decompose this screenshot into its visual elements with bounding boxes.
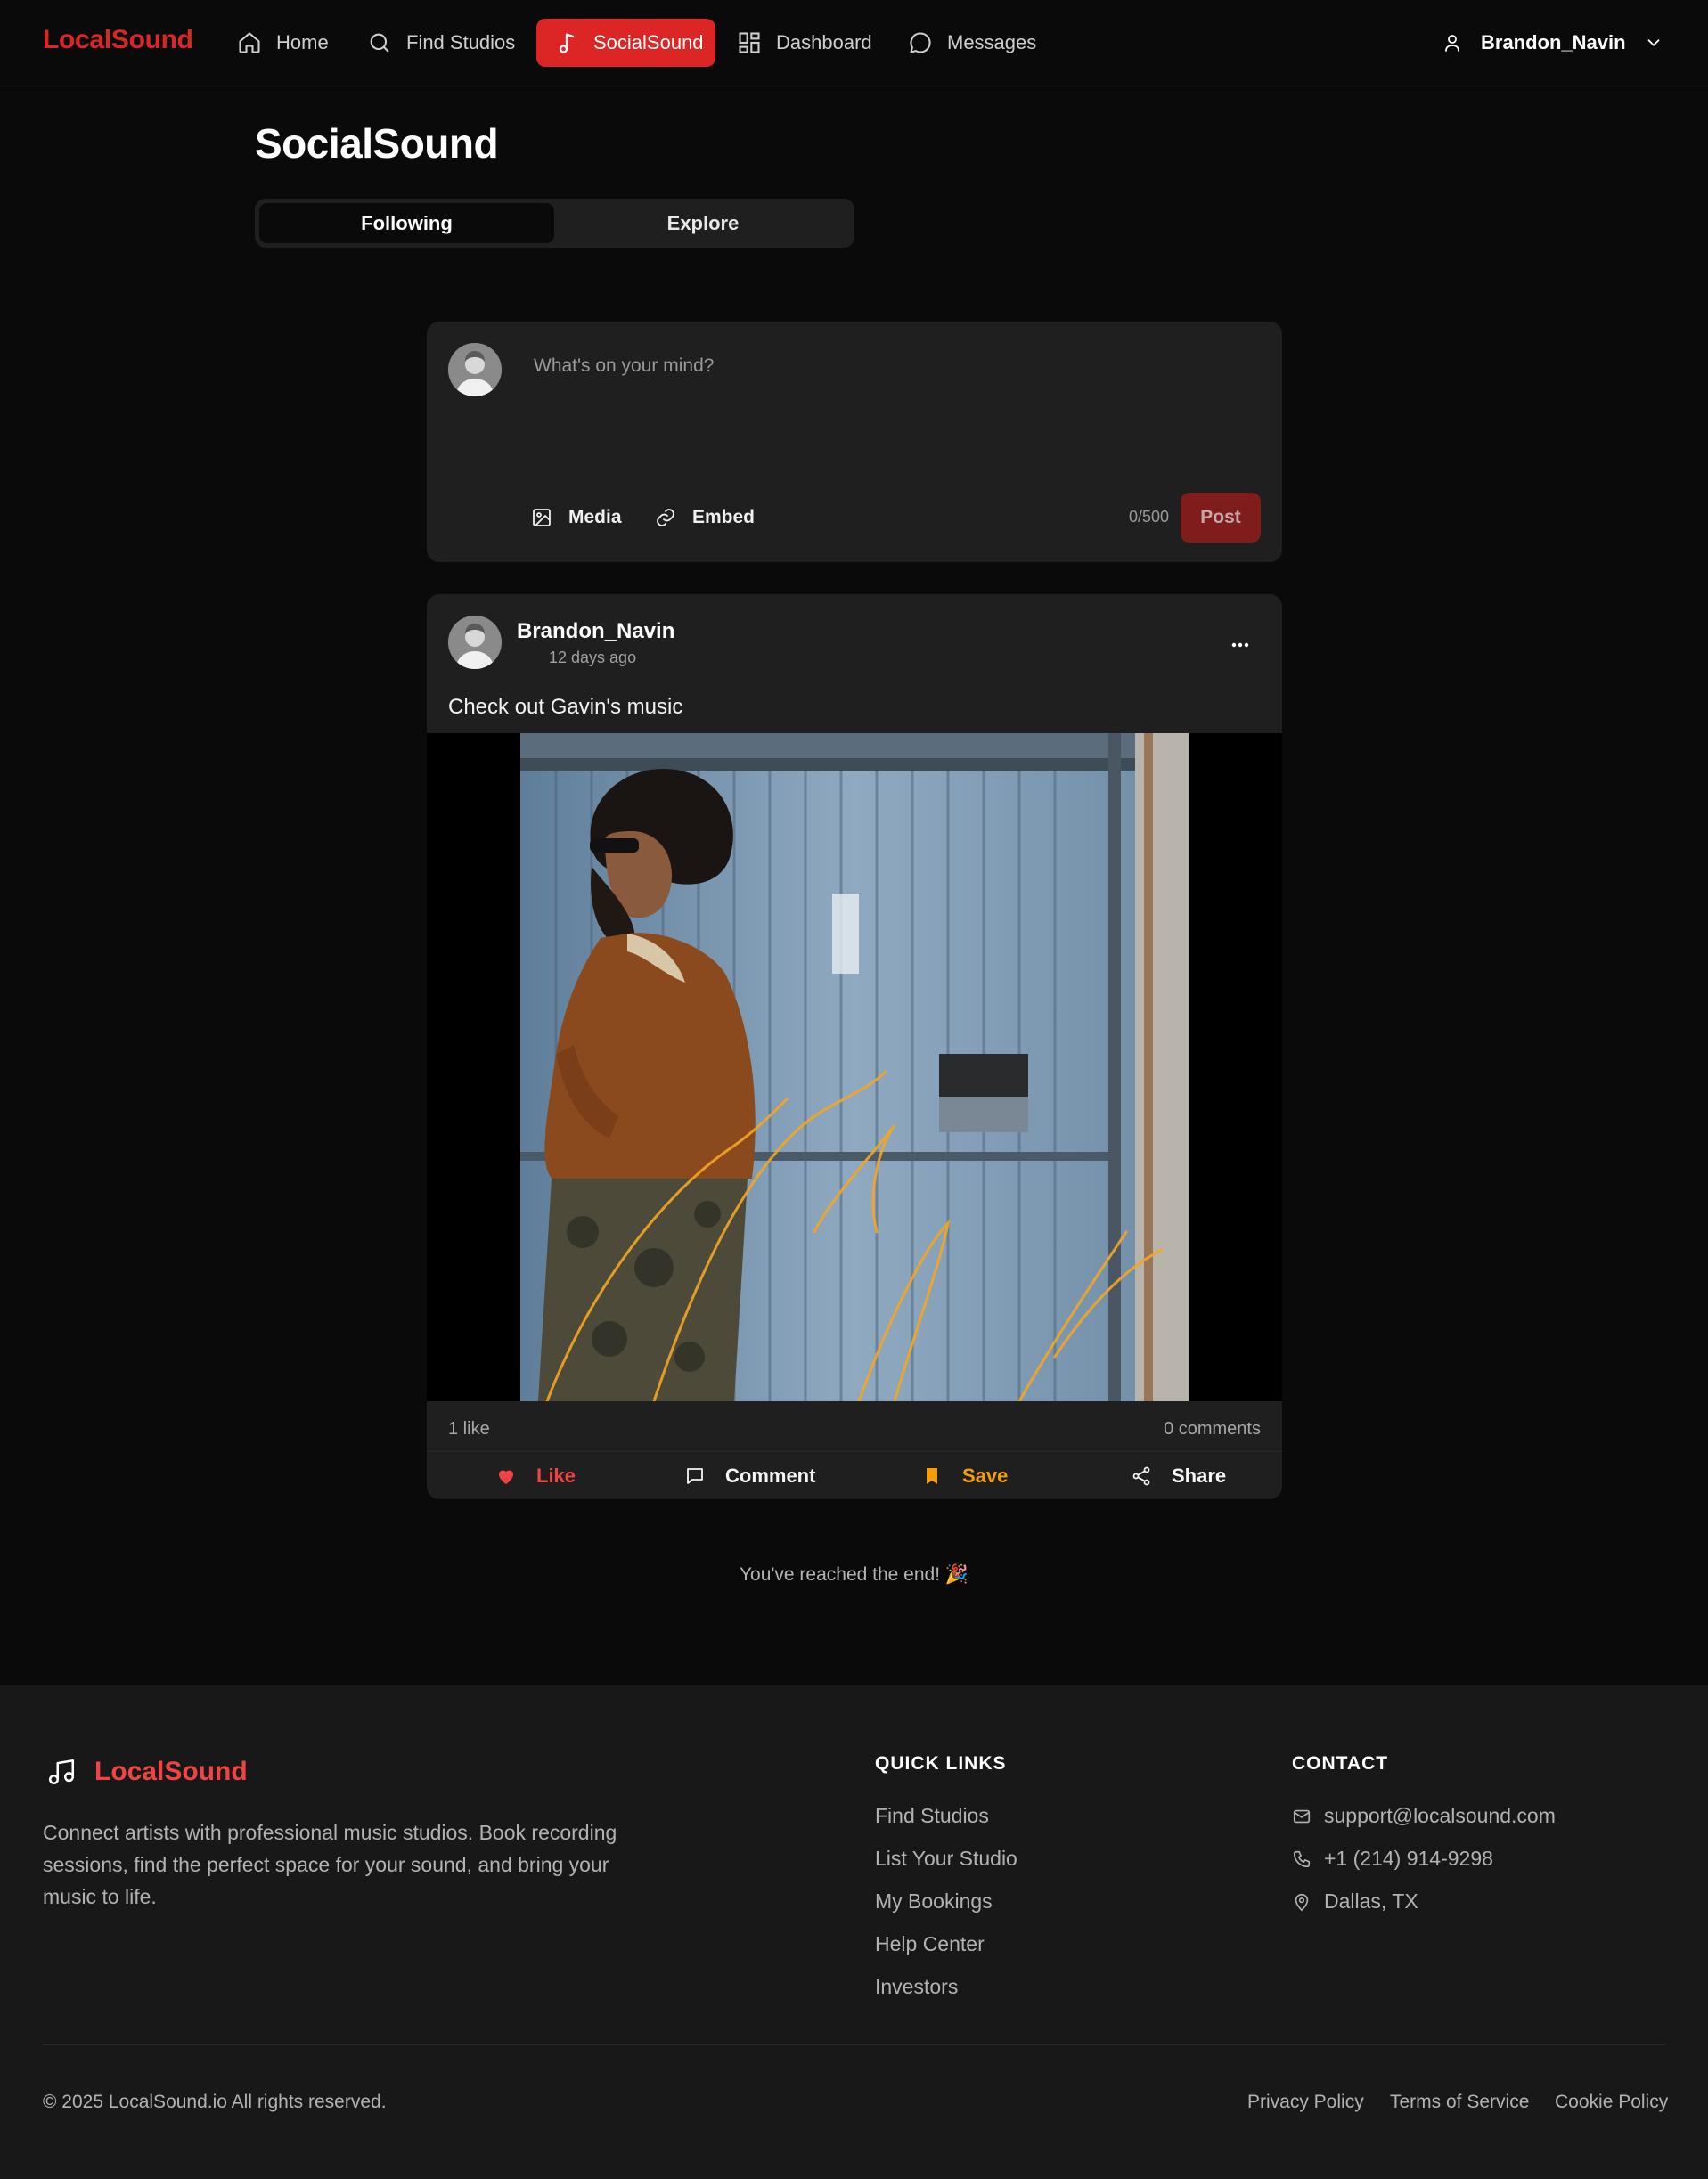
save-button[interactable]: Save [921, 1452, 1008, 1499]
bookmark-icon [921, 1465, 943, 1487]
footer-link-investors[interactable]: Investors [875, 1975, 958, 1999]
nav-socialsound-label: SocialSound [593, 31, 704, 53]
home-icon [237, 30, 262, 55]
like-button[interactable]: Like [495, 1452, 576, 1499]
top-navigation: LocalSound Home Find Studios SocialSound… [0, 0, 1708, 86]
user-menu[interactable]: Brandon_Navin [1424, 19, 1681, 67]
nav-socialsound[interactable]: SocialSound [536, 19, 715, 67]
media-label: Media [568, 507, 622, 527]
footer-divider [43, 2044, 1665, 2045]
map-pin-icon [1292, 1892, 1312, 1912]
save-label: Save [962, 1464, 1009, 1487]
tab-explore[interactable]: Explore [556, 203, 850, 243]
post-composer: What's on your mind? Media Embed 0/500 P… [427, 322, 1282, 562]
contact-email[interactable]: support@localsound.com [1292, 1804, 1556, 1828]
contact-phone[interactable]: +1 (214) 914-9298 [1292, 1847, 1493, 1871]
nav-home[interactable]: Home [219, 19, 347, 67]
contact-email-text: support@localsound.com [1324, 1804, 1556, 1827]
nav-messages-label: Messages [947, 31, 1037, 53]
brand-logo[interactable]: LocalSound [43, 25, 193, 55]
post-image [520, 733, 1189, 1401]
embed-label: Embed [692, 507, 756, 527]
feed-post: Brandon_Navin 12 days ago Check out Gavi… [427, 594, 1282, 1499]
end-of-feed-message: You've reached the end! 🎉 [739, 1564, 969, 1585]
footer-link-help-center[interactable]: Help Center [875, 1932, 985, 1956]
media-button[interactable]: Media [531, 497, 622, 538]
grid-icon [737, 30, 762, 55]
nav-messages[interactable]: Messages [890, 19, 1054, 67]
user-name: Brandon_Navin [1481, 31, 1626, 53]
page-title: SocialSound [255, 120, 499, 167]
terms-of-service-link[interactable]: Terms of Service [1390, 2092, 1529, 2113]
post-stats: 1 like 0 comments [427, 1401, 1282, 1452]
share-icon [1131, 1465, 1152, 1487]
footer-brand-label: LocalSound [94, 1757, 248, 1786]
feed-tabs: Following Explore [255, 199, 854, 248]
quick-links-heading: QUICK LINKS [875, 1753, 1007, 1774]
comment-button[interactable]: Comment [684, 1452, 815, 1499]
chevron-down-icon [1644, 33, 1663, 53]
avatar[interactable] [448, 616, 502, 669]
share-label: Share [1172, 1464, 1227, 1487]
contact-location-text: Dallas, TX [1324, 1889, 1418, 1913]
nav-dashboard-label: Dashboard [776, 31, 872, 53]
post-input[interactable]: What's on your mind? [534, 355, 714, 377]
post-timestamp: 12 days ago [549, 649, 637, 666]
footer-link-my-bookings[interactable]: My Bookings [875, 1889, 993, 1914]
nav-home-label: Home [276, 31, 329, 53]
comments-count[interactable]: 0 comments [1164, 1419, 1261, 1440]
like-label: Like [536, 1464, 576, 1487]
footer-link-list-your-studio[interactable]: List Your Studio [875, 1847, 1017, 1871]
music-note-icon [554, 30, 579, 55]
contact-heading: CONTACT [1292, 1753, 1389, 1774]
post-button[interactable]: Post [1181, 493, 1261, 543]
phone-icon [1292, 1849, 1312, 1869]
user-icon [1442, 32, 1463, 53]
comment-label: Comment [725, 1464, 816, 1487]
footer-description: Connect artists with professional music … [43, 1821, 617, 1908]
privacy-policy-link[interactable]: Privacy Policy [1247, 2092, 1364, 2113]
share-button[interactable]: Share [1131, 1452, 1226, 1499]
cookie-policy-link[interactable]: Cookie Policy [1555, 2092, 1668, 2113]
avatar[interactable] [448, 343, 502, 396]
footer-link-find-studios[interactable]: Find Studios [875, 1804, 989, 1828]
mail-icon [1292, 1807, 1312, 1826]
ellipsis-icon [1227, 632, 1254, 658]
nav-find-studios-label: Find Studios [406, 31, 516, 53]
copyright: © 2025 LocalSound.io All rights reserved… [43, 2092, 387, 2112]
search-icon [367, 30, 392, 55]
character-count: 0/500 [1129, 508, 1170, 526]
footer: LocalSound Connect artists with professi… [0, 1685, 1708, 2179]
nav-dashboard[interactable]: Dashboard [719, 19, 890, 67]
footer-brand[interactable]: LocalSound [46, 1757, 248, 1787]
nav-find-studios[interactable]: Find Studios [349, 19, 533, 67]
music-note-icon [46, 1757, 77, 1787]
tab-following[interactable]: Following [259, 203, 554, 243]
chat-bubble-icon [908, 30, 933, 55]
link-icon [655, 507, 676, 528]
image-icon [531, 507, 552, 528]
post-actions: Like Comment Save Share [427, 1452, 1282, 1499]
likes-count[interactable]: 1 like [448, 1419, 490, 1440]
contact-location: Dallas, TX [1292, 1889, 1418, 1914]
more-options-button[interactable] [1227, 632, 1254, 658]
embed-button[interactable]: Embed [655, 497, 755, 538]
post-media[interactable] [427, 733, 1282, 1401]
post-author[interactable]: Brandon_Navin [517, 619, 674, 644]
comment-icon [684, 1465, 706, 1487]
contact-phone-text: +1 (214) 914-9298 [1324, 1847, 1493, 1870]
heart-icon [495, 1465, 517, 1487]
post-text: Check out Gavin's music [448, 695, 683, 719]
